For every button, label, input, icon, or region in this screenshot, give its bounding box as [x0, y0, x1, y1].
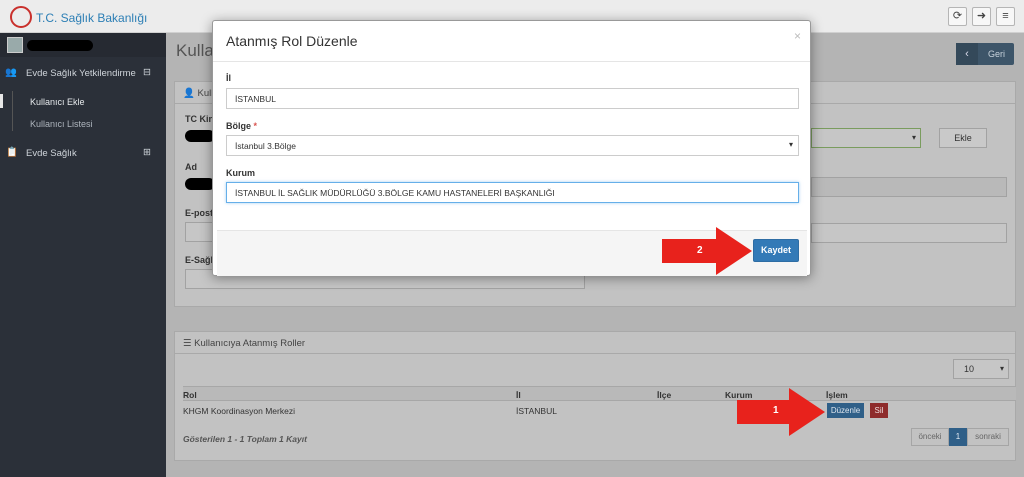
bolge-label-text: Bölge	[226, 121, 252, 131]
kurum-label: Kurum	[226, 168, 255, 178]
il-label: İl	[226, 73, 232, 83]
redacted-ad	[185, 178, 215, 190]
roles-panel-title: Kullanıcıya Atanmış Roller	[194, 338, 306, 349]
col-rol[interactable]: Rol	[183, 390, 197, 400]
role-select[interactable]: ▾	[811, 128, 921, 148]
col-ilce[interactable]: İlçe	[657, 390, 671, 400]
eposta-label: E-post	[185, 208, 213, 218]
save-button[interactable]: Kaydet	[753, 239, 799, 262]
arrow-1-label: 1	[773, 405, 779, 416]
roles-panel: ☰ Kullanıcıya Atanmış Roller 10 ▾ Rol İl …	[174, 331, 1016, 461]
clipboard-icon: 📋	[6, 147, 18, 158]
row-il: İSTANBUL	[516, 406, 557, 416]
arrow-2-label: 2	[697, 245, 703, 256]
sidebar-item-kullanici-ekle[interactable]: Kullanıcı Ekle	[30, 97, 85, 107]
arrow-2-shape	[662, 227, 752, 275]
caret-down-icon: ▾	[911, 133, 916, 142]
eposta-field[interactable]	[185, 222, 215, 242]
tree-line	[12, 91, 13, 131]
kurum-input[interactable]: İSTANBUL İL SAĞLIK MÜDÜRLÜĞÜ 3.BÖLGE KAM…	[226, 182, 799, 203]
arrow-1-shape	[737, 388, 825, 436]
collapse-icon[interactable]: ⊟	[143, 67, 151, 78]
annotation-arrow-2	[662, 227, 752, 275]
delete-button[interactable]: Sil	[870, 403, 888, 418]
sidebar-section-yetkilendirme[interactable]: Evde Sağlık Yetkilendirme	[26, 68, 136, 79]
list-icon: ☰	[183, 338, 192, 349]
col-il[interactable]: İl	[516, 390, 521, 400]
back-button[interactable]: ‹ Geri	[956, 43, 1014, 65]
il-input[interactable]: İSTANBUL	[226, 88, 799, 109]
logout-icon[interactable]: ➜	[972, 7, 991, 26]
caret-down-icon: ▾	[788, 140, 793, 149]
annotation-arrow-1	[737, 388, 825, 436]
pagination-prev[interactable]: önceki	[911, 428, 949, 446]
esaglik-label: E-Sağl	[185, 255, 214, 265]
sidebar-section-evde-saglik[interactable]: Evde Sağlık	[26, 148, 77, 159]
page-size-select[interactable]: 10 ▾	[953, 359, 1009, 379]
user-row	[0, 33, 166, 57]
user-icon: 👤	[183, 88, 195, 99]
chevron-left-icon: ‹	[956, 43, 978, 65]
user-form-panel-title: Kull	[197, 88, 214, 99]
bolge-select-value: İstanbul 3.Bölge	[235, 141, 296, 151]
row-rol: KHGM Koordinasyon Merkezi	[183, 406, 295, 416]
ad-label: Ad	[185, 162, 197, 172]
right-field[interactable]	[811, 223, 1007, 243]
bolge-select[interactable]: İstanbul 3.Bölge ▾	[226, 135, 799, 156]
pagination-next[interactable]: sonraki	[967, 428, 1009, 446]
modal-header-divider	[213, 61, 810, 62]
users-icon: 👥	[5, 67, 17, 78]
edit-button[interactable]: Düzenle	[827, 403, 864, 418]
active-indicator	[0, 94, 3, 108]
menu-icon[interactable]: ≡	[996, 7, 1015, 26]
avatar	[7, 37, 23, 53]
expand-icon[interactable]: ⊞	[143, 147, 151, 158]
brand-title: T.C. Sağlık Bakanlığı	[36, 11, 148, 25]
readonly-field	[811, 177, 1007, 197]
caret-down-icon: ▾	[999, 364, 1004, 373]
page-size-value: 10	[964, 364, 975, 374]
modal-title: Atanmış Rol Düzenle	[226, 33, 358, 49]
pagination-current[interactable]: 1	[949, 428, 967, 446]
bolge-label: Bölge *	[226, 121, 257, 131]
refresh-icon[interactable]: ⟳	[948, 7, 967, 26]
redacted-username	[27, 40, 93, 51]
sidebar-item-kullanici-listesi[interactable]: Kullanıcı Listesi	[30, 119, 93, 129]
sidebar: 👥 Evde Sağlık Yetkilendirme ⊟ Kullanıcı …	[0, 33, 166, 477]
tc-label: TC Kin	[185, 114, 214, 124]
ministry-logo-icon	[10, 6, 32, 28]
close-icon[interactable]: ×	[794, 29, 801, 43]
redacted-tc	[185, 130, 215, 142]
col-islem: İşlem	[826, 390, 848, 400]
add-button[interactable]: Ekle	[939, 128, 987, 148]
roles-panel-header: ☰ Kullanıcıya Atanmış Roller	[175, 332, 1015, 354]
back-label: Geri	[988, 49, 1006, 59]
table-summary: Gösterilen 1 - 1 Toplam 1 Kayıt	[183, 434, 307, 444]
roles-table-header: Rol İl İlçe Kurum İşlem	[183, 386, 1016, 401]
required-marker: *	[253, 121, 258, 131]
